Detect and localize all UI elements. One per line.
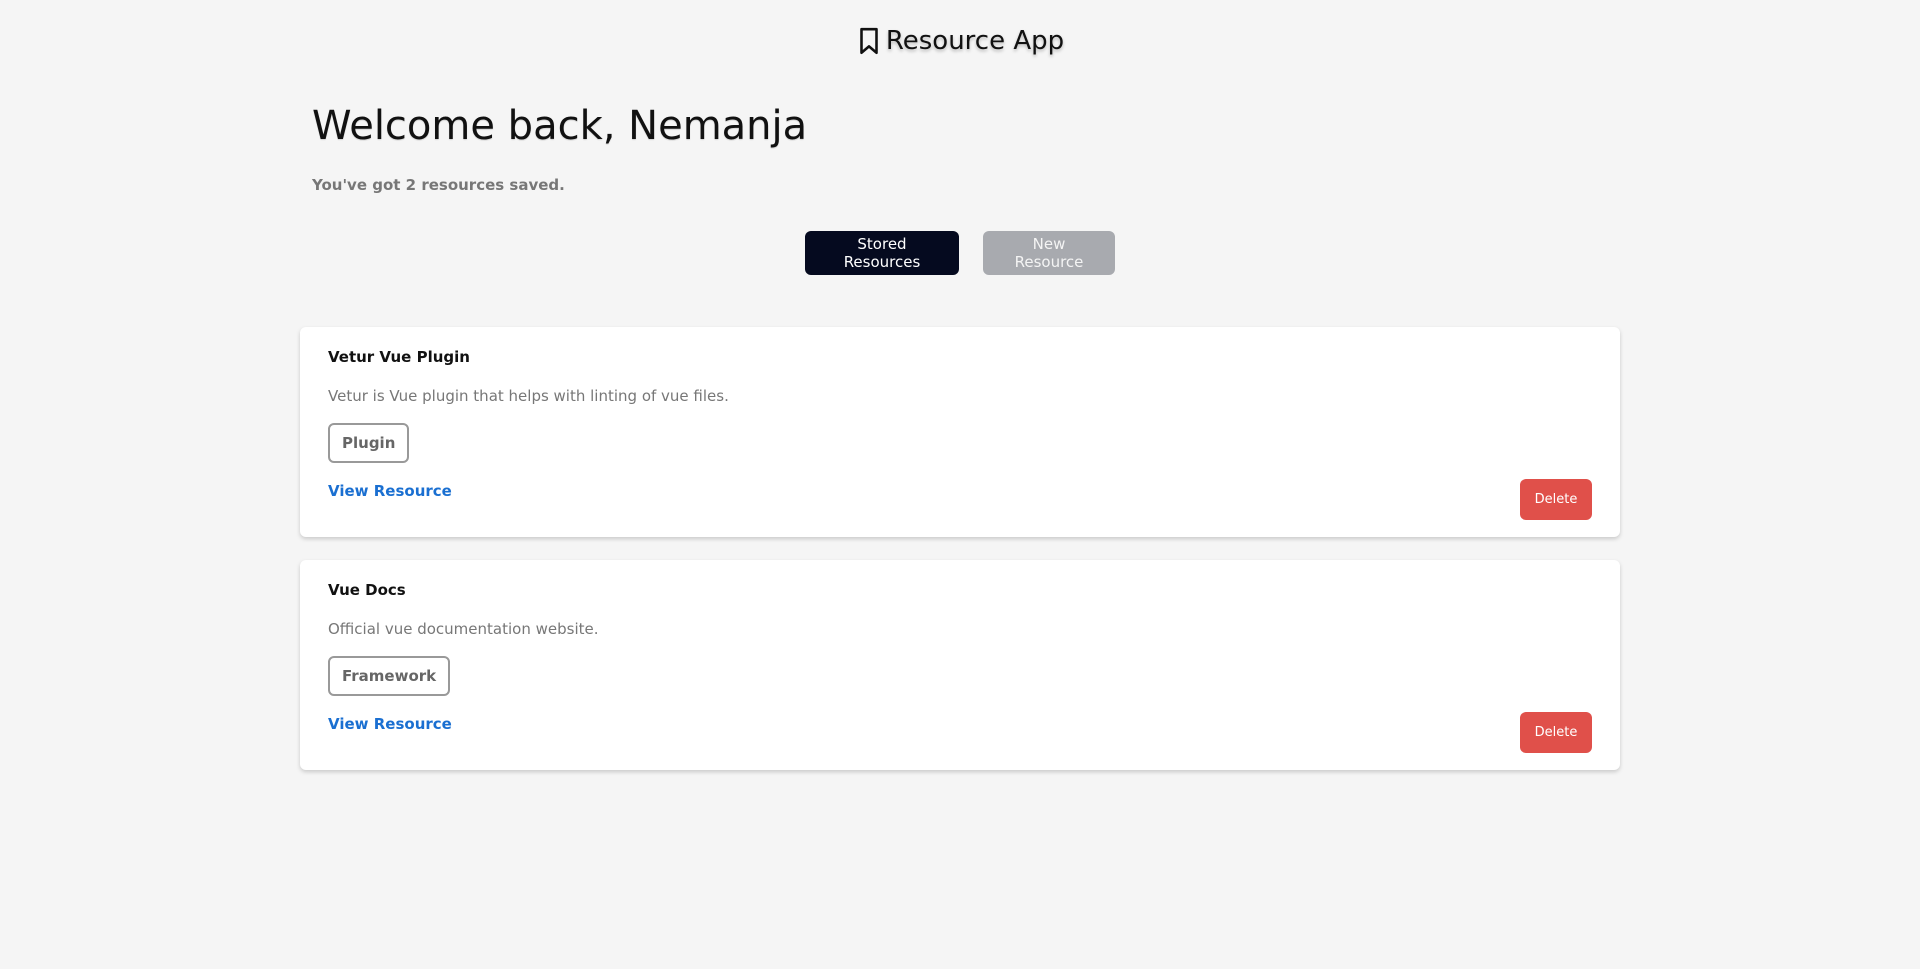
resource-description: Official vue documentation website. bbox=[328, 620, 599, 638]
resource-count-summary: You've got 2 resources saved. bbox=[312, 176, 565, 194]
resource-title: Vue Docs bbox=[328, 581, 406, 599]
delete-button[interactable]: Delete bbox=[1520, 712, 1592, 753]
bookmark-icon bbox=[860, 27, 878, 55]
resource-description: Vetur is Vue plugin that helps with lint… bbox=[328, 387, 729, 405]
resource-tag: Plugin bbox=[328, 423, 410, 463]
brand[interactable]: Resource App bbox=[856, 26, 1064, 56]
stored-resources-button[interactable]: Stored Resources bbox=[805, 231, 959, 275]
welcome-heading: Welcome back, Nemanja bbox=[312, 103, 808, 149]
resource-title: Vetur Vue Plugin bbox=[328, 348, 470, 366]
delete-button[interactable]: Delete bbox=[1520, 479, 1592, 520]
view-resource-link[interactable]: View Resource bbox=[328, 715, 452, 733]
view-resource-link[interactable]: View Resource bbox=[328, 482, 452, 500]
resource-card: Vue Docs Official vue documentation webs… bbox=[300, 560, 1620, 770]
resource-tag: Framework bbox=[328, 656, 451, 696]
resource-tabs: Stored Resources New Resource bbox=[0, 231, 1920, 275]
new-resource-button[interactable]: New Resource bbox=[983, 231, 1115, 275]
app-title: Resource App bbox=[885, 26, 1065, 56]
resource-card: Vetur Vue Plugin Vetur is Vue plugin tha… bbox=[300, 327, 1620, 537]
app-header: Resource App bbox=[0, 26, 1920, 56]
